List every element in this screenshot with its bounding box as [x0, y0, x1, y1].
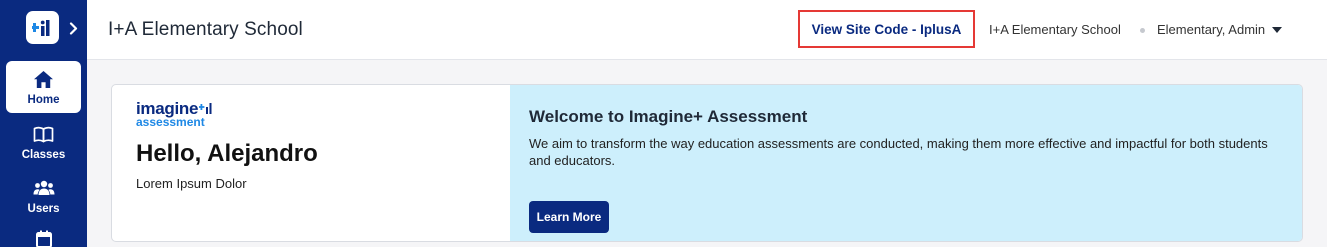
page-title: I+A Elementary School — [108, 19, 303, 40]
greeting-panel: imagine assessment Hello, Alejandro Lore… — [112, 85, 510, 241]
welcome-description: We aim to transform the way education as… — [529, 136, 1268, 168]
brand-subtitle: assessment — [136, 115, 205, 129]
users-icon — [33, 177, 55, 199]
expand-sidebar-button[interactable] — [66, 19, 80, 37]
left-nav-rail: Home Classes Users — [0, 0, 87, 247]
imagine-assessment-logo: imagine assessment — [136, 100, 213, 128]
calendar-icon — [33, 230, 55, 247]
greeting-subtitle: Lorem Ipsum Dolor — [136, 176, 247, 191]
sidebar-item-calendar[interactable] — [6, 222, 81, 247]
caret-down-icon — [1272, 27, 1283, 33]
plus-bars-icon — [199, 103, 212, 114]
book-icon — [33, 123, 55, 145]
separator-dot — [1140, 28, 1145, 33]
top-header: I+A Elementary School View Site Code - I… — [87, 0, 1327, 60]
app-logo-icon[interactable] — [26, 11, 59, 44]
greeting-heading: Hello, Alejandro — [136, 140, 318, 167]
sidebar-item-users[interactable]: Users — [6, 170, 81, 222]
welcome-heading: Welcome to Imagine+ Assessment — [529, 107, 808, 126]
imagine-plus-logo-icon — [31, 19, 49, 36]
school-name: I+A Elementary School — [989, 22, 1121, 37]
view-site-code-button[interactable]: View Site Code - IplusA — [798, 10, 975, 48]
user-name: Elementary, Admin — [1157, 22, 1266, 37]
home-icon — [33, 68, 55, 90]
user-menu-dropdown[interactable]: Elementary, Admin — [1157, 22, 1283, 37]
sidebar-item-label: Home — [27, 94, 60, 106]
sidebar-item-classes[interactable]: Classes — [6, 116, 81, 168]
learn-more-button[interactable]: Learn More — [529, 201, 609, 233]
sidebar-item-home[interactable]: Home — [6, 61, 81, 113]
sidebar-item-label: Classes — [21, 149, 66, 161]
sidebar-item-label: Users — [27, 203, 60, 215]
welcome-card: imagine assessment Hello, Alejandro Lore… — [111, 84, 1303, 242]
welcome-banner: Welcome to Imagine+ Assessment We aim to… — [510, 85, 1302, 241]
chevron-right-icon — [69, 21, 77, 35]
